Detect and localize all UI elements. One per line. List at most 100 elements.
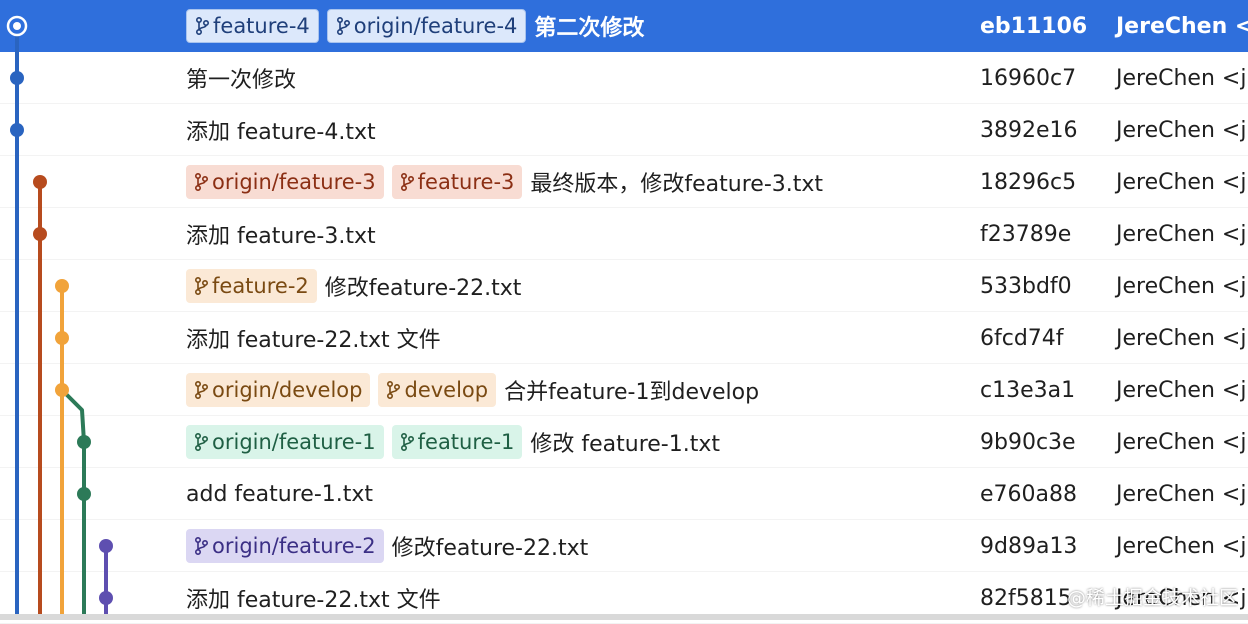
commit-message: 添加 feature-22.txt 文件 [186, 588, 441, 613]
commit-hash: 533bdf0 [980, 273, 1072, 299]
branch-icon [194, 432, 208, 452]
commit-author: JereChen <j [1116, 325, 1247, 351]
commit-hash: 3892e16 [980, 117, 1078, 143]
commit-message-cell: 添加 feature-4.txt [186, 104, 376, 156]
branch-label: origin/develop [212, 378, 363, 402]
commit-message: 合并feature-1到develop [504, 380, 760, 405]
branch-badge[interactable]: origin/feature-4 [326, 9, 527, 43]
commit-node[interactable] [77, 435, 91, 449]
commit-message: 最终版本，修改feature-3.txt [530, 172, 824, 197]
commit-author: JereChen <j [1116, 377, 1247, 403]
commit-node[interactable] [10, 71, 24, 85]
commit-message: 添加 feature-3.txt [186, 224, 376, 249]
commit-author: JereChen <j [1116, 117, 1247, 143]
branch-icon [400, 172, 414, 192]
commit-node[interactable] [55, 383, 69, 397]
branch-badge[interactable]: feature-1 [391, 425, 523, 459]
commit-hash: 9b90c3e [980, 429, 1076, 455]
branch-badge[interactable]: origin/feature-1 [186, 425, 384, 459]
commit-message: add feature-1.txt [186, 481, 374, 507]
commit-node[interactable] [33, 227, 47, 241]
commit-author: JereChen <j [1116, 273, 1247, 299]
commit-message: 第一次修改 [186, 68, 297, 93]
branch-icon [386, 380, 401, 400]
branch-icon [194, 380, 208, 400]
branch-icon [194, 172, 208, 192]
branch-badge[interactable]: origin/feature-3 [186, 165, 384, 199]
commit-node[interactable] [99, 591, 113, 605]
commit-author: JereChen <j [1116, 481, 1247, 507]
commit-node[interactable] [99, 539, 113, 553]
branch-icon [336, 16, 350, 36]
commit-node[interactable] [33, 175, 47, 189]
commit-message-cell: origin/develop develop 合并feature-1到develop [186, 364, 759, 416]
commit-message-cell: origin/feature-3 feature-3 最终版本，修改feature-… [186, 156, 823, 208]
commit-row[interactable]: origin/feature-3 feature-3 最终版本，修改feature-… [0, 156, 1248, 208]
commit-hash: f23789e [980, 221, 1072, 247]
branch-label: feature-4 [213, 14, 310, 38]
commit-author: JereChen < [1116, 13, 1248, 39]
commit-message-cell: origin/feature-1 feature-1 修改 feature-1.tx… [186, 416, 720, 468]
commit-row[interactable]: origin/feature-2 修改feature-22.txt 9d89a13 J… [0, 520, 1248, 572]
commit-hash: 9d89a13 [980, 533, 1078, 559]
branch-line-feature-1 [60, 388, 86, 620]
commit-message: 修改feature-22.txt [324, 276, 522, 301]
commit-row[interactable]: feature-2 修改feature-22.txt 533bdf0 JereChen… [0, 260, 1248, 312]
commit-row[interactable]: feature-4 origin/feature-4 第二次修改 eb11106 Jer… [0, 0, 1248, 52]
commit-author: JereChen <j [1116, 65, 1247, 91]
commit-message: 修改feature-22.txt [391, 536, 589, 561]
branch-badge[interactable]: origin/feature-2 [186, 529, 384, 563]
commit-row[interactable]: origin/develop develop 合并feature-1到develop… [0, 364, 1248, 416]
horizontal-scrollbar[interactable] [0, 614, 1248, 620]
branch-icon [400, 432, 414, 452]
commit-node[interactable] [55, 331, 69, 345]
commit-hash: e760a88 [980, 481, 1078, 507]
commit-author: JereChen <j [1116, 429, 1247, 455]
branch-label: origin/feature-3 [212, 170, 376, 194]
branch-badge[interactable]: feature-2 [186, 269, 317, 303]
commit-node[interactable] [77, 487, 91, 501]
commit-row[interactable]: 添加 feature-3.txt f23789e JereChen <j [0, 208, 1248, 260]
commit-row[interactable]: 添加 feature-22.txt 文件 6fcd74f JereChen <j [0, 312, 1248, 364]
commit-hash: 18296c5 [980, 169, 1077, 195]
branch-badge[interactable]: origin/develop [186, 373, 371, 407]
branch-label: develop [404, 378, 489, 402]
commit-message-cell: add feature-1.txt [186, 468, 373, 520]
commit-row[interactable]: origin/feature-1 feature-1 修改 feature-1.tx… [0, 416, 1248, 468]
commit-message: 修改 feature-1.txt [530, 432, 721, 457]
branch-label: origin/feature-1 [212, 430, 376, 454]
commit-message-cell: 添加 feature-22.txt 文件 [186, 312, 441, 364]
branch-label: feature-2 [212, 274, 309, 298]
commit-message: 添加 feature-4.txt [186, 120, 376, 145]
watermark: @稀土掘金技术社区 [1066, 587, 1238, 609]
branch-label: feature-1 [417, 430, 515, 454]
commit-message-cell: 添加 feature-3.txt [186, 208, 376, 260]
commit-message-cell: feature-2 修改feature-22.txt [186, 260, 521, 312]
branch-badge[interactable]: feature-3 [391, 165, 523, 199]
branch-icon [195, 16, 209, 36]
commit-author: JereChen <j [1116, 221, 1247, 247]
commit-row[interactable]: add feature-1.txt e760a88 JereChen <j [0, 468, 1248, 520]
branch-icon [194, 536, 208, 556]
selected-commit-node-center [13, 22, 21, 30]
commit-message: 第二次修改 [534, 16, 645, 41]
branch-badge[interactable]: develop [378, 373, 497, 407]
commit-hash: 6fcd74f [980, 325, 1064, 351]
branch-label: origin/feature-4 [353, 14, 518, 38]
commit-node[interactable] [55, 279, 69, 293]
commit-hash: c13e3a1 [980, 377, 1076, 403]
commit-row[interactable]: 添加 feature-4.txt 3892e16 JereChen <j [0, 104, 1248, 156]
commit-hash: 16960c7 [980, 65, 1077, 91]
commit-node[interactable] [10, 123, 24, 137]
branch-label: origin/feature-2 [212, 534, 376, 558]
commit-row[interactable]: 第一次修改 16960c7 JereChen <j [0, 52, 1248, 104]
commit-message-cell: feature-4 origin/feature-4 第二次修改 [186, 0, 644, 52]
branch-badge[interactable]: feature-4 [186, 9, 319, 43]
commit-graph [6, 15, 113, 620]
commit-message-cell: origin/feature-2 修改feature-22.txt [186, 520, 588, 572]
commit-message: 添加 feature-22.txt 文件 [186, 328, 441, 353]
branch-label: feature-3 [417, 170, 515, 194]
commit-message-cell: 第一次修改 [186, 52, 296, 104]
branch-icon [194, 276, 208, 296]
commit-author: JereChen <j [1116, 169, 1247, 195]
